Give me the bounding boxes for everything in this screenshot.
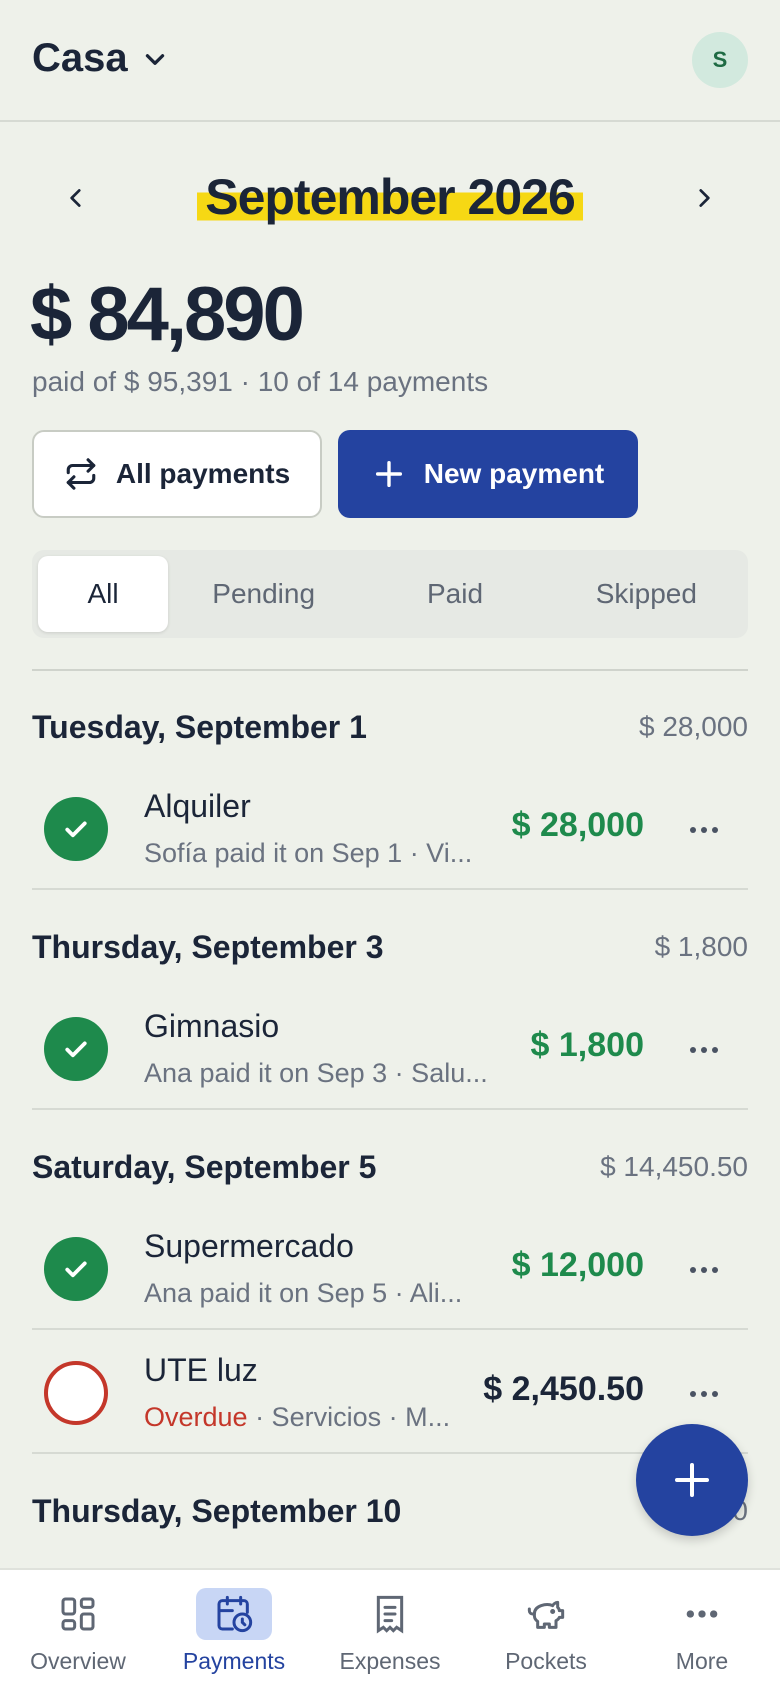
day-total: $ 14,450.50 [600,1151,748,1182]
payment-name: Supermercado [144,1228,354,1264]
new-payment-button[interactable]: New payment [338,430,638,518]
more-horizontal-icon [664,1588,740,1640]
nav-label: Pockets [505,1648,587,1674]
payment-detail: Ana paid it on Sep 3 · Salu... [144,1058,488,1088]
more-options-button[interactable] [684,1030,724,1070]
status-filter-tabs: All Pending Paid Skipped [32,550,748,638]
check-icon [65,1261,87,1278]
day-total: $ 28,000 [639,711,748,742]
day-header: Saturday, September 5 $ 14,450.50 [32,1147,748,1187]
day-header: Thursday, September 3 $ 1,800 [32,927,748,967]
all-payments-button[interactable]: All payments [32,430,322,518]
more-options-button[interactable] [684,810,724,850]
payment-summary: paid of $ 95,391 · 10 of 14 payments [32,366,489,397]
payment-row[interactable]: Gimnasio Ana paid it on Sep 3 · Salu... … [32,986,748,1110]
payment-row[interactable]: Supermercado Ana paid it on Sep 5 · Ali.… [32,1206,748,1330]
paid-status-icon[interactable] [44,797,108,861]
more-horizontal-icon [690,1391,718,1397]
more-horizontal-icon [690,827,718,833]
plus-icon [675,1463,709,1497]
nav-overview[interactable]: Overview [0,1570,156,1688]
payment-amount: $ 12,000 [511,1246,644,1284]
tab-skipped[interactable]: Skipped [551,556,742,632]
nav-label: More [675,1648,729,1674]
payment-detail: Overdue · Servicios · M... [144,1402,450,1433]
paid-status-icon[interactable] [44,1017,108,1081]
all-payments-label: All payments [115,458,291,489]
day-title: Thursday, September 3 [32,928,384,965]
more-options-button[interactable] [684,1250,724,1290]
chevron-right-icon [699,189,710,207]
nav-label: Expenses [339,1648,441,1674]
new-payment-label: New payment [423,458,605,489]
calendar-clock-icon [196,1588,272,1640]
payment-detail: Sofía paid it on Sep 1 · Vi... [144,838,473,868]
add-payment-fab[interactable] [636,1424,748,1536]
day-title: Saturday, September 5 [32,1148,377,1185]
day-total: $ 1,800 [654,931,748,962]
payment-name: UTE luz [144,1352,258,1388]
day-title: Tuesday, September 1 [32,708,367,745]
overdue-label: Overdue [144,1402,248,1432]
payment-detail: Ana paid it on Sep 5 · Ali... [144,1278,463,1308]
receipt-icon [352,1588,428,1640]
piggy-bank-icon [508,1588,584,1640]
grid-icon [40,1588,116,1640]
nav-more[interactable]: More [624,1570,780,1688]
tab-pending[interactable]: Pending [168,556,359,632]
payment-amount: $ 28,000 [511,806,644,844]
check-icon [65,821,87,838]
chevron-down-icon [145,53,164,65]
month-title: September 2026 [0,168,780,226]
payment-amount: $ 1,800 [530,1026,644,1064]
day-header: Tuesday, September 1 $ 28,000 [32,707,748,747]
day-title: Thursday, September 10 [32,1492,402,1529]
top-bar: Casa S [0,0,780,122]
tab-all[interactable]: All [38,556,168,632]
overdue-status-icon[interactable] [44,1361,108,1425]
paid-total: $ 84,890 [30,272,305,357]
month-navigator: September 2026 [0,160,780,236]
household-name: Casa [32,36,128,80]
payment-detail-text: · Servicios · M... [247,1402,451,1432]
bottom-navigation: Overview Payments Expenses Pockets More [0,1568,780,1688]
divider [32,669,748,671]
more-horizontal-icon [690,1267,718,1273]
nav-expenses[interactable]: Expenses [312,1570,468,1688]
plus-icon [375,460,402,488]
nav-label: Overview [30,1648,126,1674]
household-selector[interactable]: Casa [32,36,168,81]
more-horizontal-icon [690,1047,718,1053]
payment-row[interactable]: Alquiler Sofía paid it on Sep 1 · Vi... … [32,766,748,890]
payment-row[interactable]: UTE luz Overdue · Servicios · M... $ 2,4… [32,1330,748,1454]
next-month-button[interactable] [680,174,728,222]
paid-status-icon[interactable] [44,1237,108,1301]
tab-paid[interactable]: Paid [359,556,550,632]
nav-payments[interactable]: Payments [156,1570,312,1688]
payment-name: Gimnasio [144,1008,280,1044]
check-icon [65,1041,87,1058]
nav-label: Payments [182,1648,286,1674]
payment-name: Alquiler [144,788,251,824]
repeat-icon [66,458,96,490]
nav-pockets[interactable]: Pockets [468,1570,624,1688]
more-options-button[interactable] [684,1374,724,1414]
payment-amount: $ 2,450.50 [483,1370,644,1408]
avatar[interactable]: S [692,32,748,88]
